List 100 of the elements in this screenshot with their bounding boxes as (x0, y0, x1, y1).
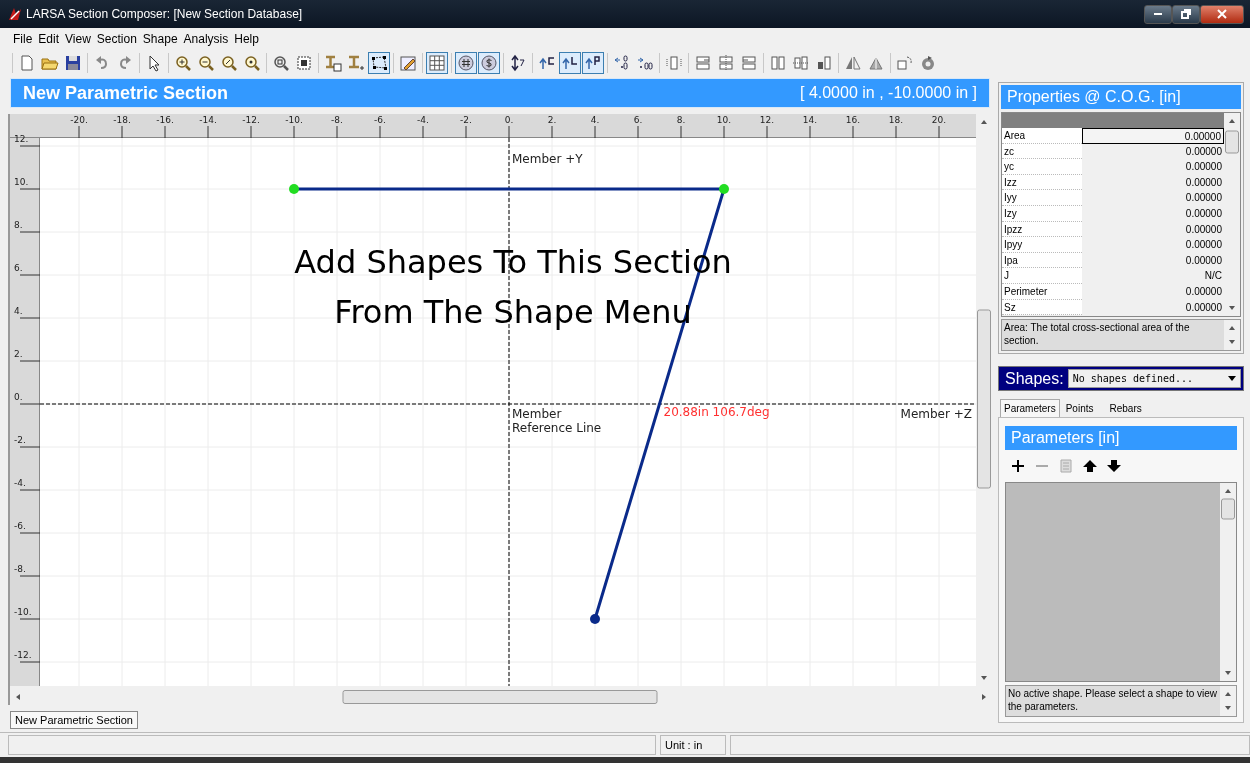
minimize-button[interactable] (1144, 4, 1172, 24)
node-point[interactable] (289, 184, 299, 194)
property-value[interactable]: 0.00000 (1082, 143, 1224, 160)
ruler-label: 20. (931, 115, 947, 125)
node-polygon-button[interactable] (368, 52, 390, 74)
ruler-label: -18. (113, 115, 131, 125)
tab[interactable]: Parameters (1000, 399, 1060, 417)
distribute-icon (665, 54, 683, 72)
property-value[interactable]: 0.00000 (1082, 190, 1224, 206)
property-name: J (1002, 268, 1082, 284)
node-point[interactable] (590, 614, 600, 624)
section-title: New Parametric Section (23, 82, 229, 104)
close-icon (1216, 9, 1228, 19)
menu-item[interactable]: Analysis (180, 32, 232, 46)
restore-button[interactable] (1172, 4, 1200, 24)
grid-button[interactable] (426, 52, 448, 74)
app-logo-icon (8, 7, 22, 21)
dimension-label: 20.88in 106.7deg (663, 405, 770, 419)
grid-icon (428, 54, 446, 72)
menu-item[interactable]: Section (93, 32, 140, 46)
menu-item[interactable]: Help (231, 32, 262, 46)
menu-item[interactable]: View (62, 32, 94, 46)
up-arrow-icon (1082, 458, 1098, 474)
property-name: Iyy (1002, 190, 1082, 206)
shapes-dropdown[interactable]: No shapes defined... (1067, 369, 1241, 388)
ruler-label: -12. (14, 650, 32, 660)
axis-c-icon (538, 54, 556, 72)
document-tab[interactable]: New Parametric Section (10, 711, 138, 729)
property-value[interactable]: 0.00000 (1082, 221, 1224, 238)
property-name: Area (1002, 128, 1082, 144)
node-polygon-icon (370, 54, 388, 72)
panel-title: Properties @ C.O.G. [in] (1001, 85, 1241, 109)
restore-icon (1180, 9, 1192, 19)
ruler-label: 0. (14, 392, 23, 402)
ruler-label: 2. (547, 115, 557, 125)
plus-icon (1010, 458, 1026, 474)
property-value[interactable]: 0.00000 (1082, 299, 1224, 316)
ruler-label: -6. (374, 115, 386, 125)
ruler-label: 2. (14, 349, 23, 359)
plus-button[interactable] (1009, 458, 1027, 474)
vertical-scrollbar[interactable] (1220, 686, 1236, 716)
minus-icon (1036, 465, 1048, 467)
up-arrow-button[interactable] (1081, 458, 1099, 474)
node-point[interactable] (719, 184, 729, 194)
axis-label: Member +Y (512, 152, 583, 166)
ruler-label: -10. (285, 115, 303, 125)
i-beam-icon (347, 54, 365, 72)
axis-p-button[interactable] (582, 52, 604, 74)
property-value[interactable]: 0.00000 (1082, 174, 1224, 191)
ruler-label: 18. (888, 115, 904, 125)
property-value[interactable]: 0.00000 (1082, 128, 1224, 144)
axis-label: Member Reference Line (512, 407, 603, 435)
menu-item[interactable]: Shape (139, 32, 181, 46)
vertical-scrollbar[interactable] (1224, 320, 1240, 350)
axis-l-icon (561, 54, 579, 72)
ruler-label: 12. (759, 115, 775, 125)
unit-status: Unit : in (660, 735, 726, 755)
tab[interactable]: Points (1061, 399, 1104, 417)
fit-frame-icon (295, 54, 313, 72)
ruler-label: -10. (14, 607, 32, 617)
ruler-label: -20. (70, 115, 88, 125)
close-button[interactable] (1200, 4, 1244, 24)
magnifier-icon (220, 54, 238, 72)
property-value[interactable]: 0.00000 (1082, 252, 1224, 269)
mirror-triangle-icon (844, 54, 862, 72)
tab[interactable]: Rebars (1105, 399, 1152, 417)
property-value[interactable]: N/C (1082, 268, 1224, 284)
property-value[interactable]: 0.00000 (1082, 159, 1224, 175)
vertical-scrollbar[interactable] (1220, 483, 1236, 681)
property-value[interactable]: 0.00000 (1082, 205, 1224, 222)
property-value[interactable]: 0.00000 (1082, 283, 1224, 300)
ruler-label: 0. (504, 115, 514, 125)
axis-l-button[interactable] (559, 52, 581, 74)
menu-item[interactable]: Edit (35, 32, 63, 46)
minimize-icon (1154, 13, 1162, 15)
zoom-out-icon (197, 54, 215, 72)
ruler-label: 4. (14, 306, 23, 316)
property-value[interactable]: 0.00000 (1082, 237, 1224, 253)
hash-circle-button[interactable] (455, 52, 477, 74)
drawing-canvas[interactable] (10, 114, 976, 686)
ruler-label: 8. (676, 115, 686, 125)
dollar-circle-button[interactable] (478, 52, 500, 74)
cursor-coordinates: [ 4.0000 in , -10.0000 in ] (800, 84, 977, 102)
ruler-label: -4. (14, 478, 26, 488)
property-description: Area: The total cross-sectional area of the section. (1003, 321, 1191, 348)
align-bottom-icon (815, 54, 833, 72)
align-middle-icon (792, 54, 810, 72)
property-name: yc (1002, 159, 1082, 175)
align-center-icon (717, 54, 735, 72)
ruler-label: -4. (417, 115, 429, 125)
caret-icon (1228, 376, 1236, 381)
menu-item[interactable]: File (10, 32, 36, 46)
ruler-label: -16. (156, 115, 174, 125)
align-right-icon (740, 54, 758, 72)
align-top-icon (769, 54, 787, 72)
dollar-circle-icon (480, 54, 498, 72)
ruler-label: 6. (14, 263, 23, 273)
document-icon (1058, 458, 1074, 474)
axis-p-icon (584, 54, 602, 72)
down-arrow-button[interactable] (1105, 458, 1123, 474)
